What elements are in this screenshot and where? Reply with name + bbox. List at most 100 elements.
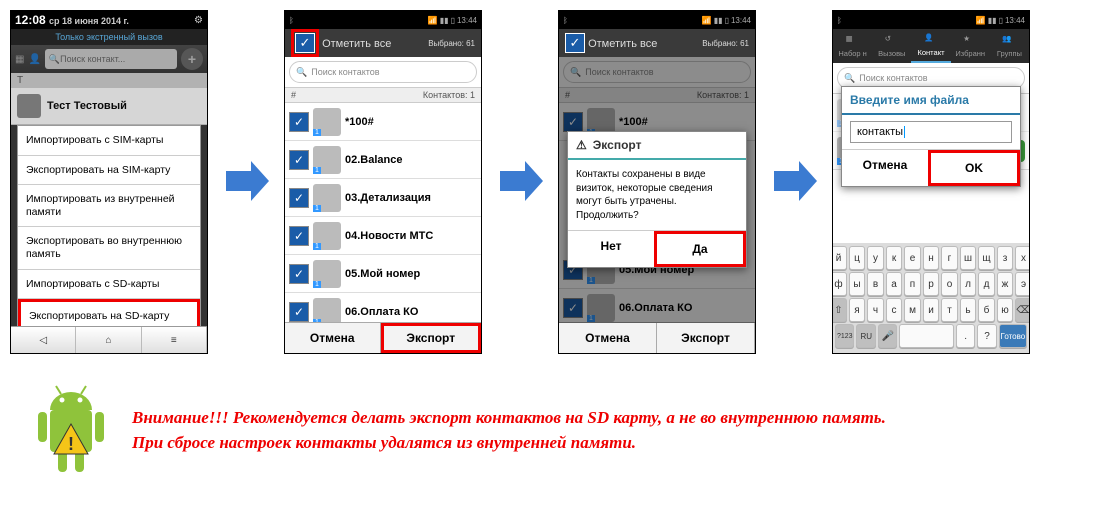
cancel-button[interactable]: Отмена [559, 323, 657, 353]
key-mic-icon[interactable]: 🎤 [878, 324, 897, 348]
key-а[interactable]: а [886, 272, 903, 296]
key-т[interactable]: т [941, 298, 958, 322]
export-button[interactable]: Экспорт [657, 323, 755, 353]
contact-name: *100# [345, 116, 374, 128]
tab-contacts[interactable]: 👤Контакт [911, 29, 950, 63]
key-ы[interactable]: ы [849, 272, 866, 296]
select-all-header: ✓ Отметить все Выбрано: 61 [559, 29, 755, 57]
avatar [313, 222, 341, 250]
row-checkbox[interactable]: ✓ [289, 302, 309, 322]
key-б[interactable]: б [978, 298, 995, 322]
key-ш[interactable]: ш [960, 246, 977, 270]
key-ц[interactable]: ц [849, 246, 866, 270]
menu-export-sim[interactable]: Экспортировать на SIM-карту [18, 156, 200, 186]
tab-calls[interactable]: ↺Вызовы [872, 29, 911, 63]
nav-bar: ◁ ⌂ ≡ [11, 326, 207, 353]
key-ч[interactable]: ч [867, 298, 884, 322]
row-checkbox[interactable]: ✓ [289, 264, 309, 284]
tab-dialer[interactable]: ▦Набор н [833, 29, 872, 63]
contacts-icon[interactable]: 👤 [28, 54, 40, 65]
row-checkbox[interactable]: ✓ [289, 112, 309, 132]
key-ь[interactable]: ь [960, 298, 977, 322]
cancel-button[interactable]: Отмена [285, 323, 381, 353]
key-ж[interactable]: ж [997, 272, 1014, 296]
export-button[interactable]: Экспорт [381, 323, 482, 353]
key-м[interactable]: м [904, 298, 921, 322]
key-й[interactable]: й [832, 246, 847, 270]
key-у[interactable]: у [867, 246, 884, 270]
contact-row[interactable]: ✓ 02.Balance [285, 141, 481, 179]
select-all-checkbox[interactable]: ✓ [565, 33, 585, 53]
contact-row[interactable]: ✓ 05.Мой номер [285, 255, 481, 293]
bt-icon: ᛒ [289, 16, 294, 25]
section-bar: #Контактов: 1 [285, 88, 481, 103]
key-х[interactable]: х [1015, 246, 1030, 270]
nav-home-icon[interactable]: ⌂ [76, 327, 141, 353]
key-о[interactable]: о [941, 272, 958, 296]
key-symbols[interactable]: ?123 [835, 324, 854, 348]
key-с[interactable]: с [886, 298, 903, 322]
contact-name: 05.Мой номер [345, 268, 420, 280]
search-input[interactable]: 🔍 Поиск контакт... [45, 49, 177, 69]
key-question[interactable]: ? [977, 324, 996, 348]
search-input[interactable]: 🔍Поиск контактов [289, 61, 477, 83]
warning-text: Внимание!!! Рекомендуется делать экспорт… [132, 406, 886, 455]
dialog-ok-button[interactable]: OK [928, 150, 1020, 186]
key-д[interactable]: д [978, 272, 995, 296]
phone-screen-4: ᛒ 📶▮▮▯13:44 ▦Набор н ↺Вызовы 👤Контакт ★И… [832, 10, 1030, 354]
row-checkbox[interactable]: ✓ [289, 150, 309, 170]
key-ю[interactable]: ю [997, 298, 1014, 322]
contact-row[interactable]: ✓04.Новости МТС [285, 217, 481, 255]
menu-import-sim[interactable]: Импортировать с SIM-карты [18, 126, 200, 156]
key-н[interactable]: н [923, 246, 940, 270]
dialog-no-button[interactable]: Нет [568, 231, 654, 267]
key-я[interactable]: я [849, 298, 866, 322]
contact-row[interactable]: Тест Тестовый [11, 88, 207, 125]
contact-row[interactable]: ✓ *100# [285, 103, 481, 141]
contact-name: 02.Balance [345, 154, 402, 166]
status-bar: ᛒ 📶▮▮▯13:44 [833, 11, 1029, 29]
key-р[interactable]: р [923, 272, 940, 296]
nav-back-icon[interactable]: ◁ [11, 327, 76, 353]
key-к[interactable]: к [886, 246, 903, 270]
select-all-checkbox[interactable]: ✓ [295, 33, 315, 53]
key-done[interactable]: Готово [999, 324, 1027, 348]
avatar [313, 146, 341, 174]
key-з[interactable]: з [997, 246, 1014, 270]
dialog-yes-button[interactable]: Да [654, 231, 746, 267]
phone-screen-2: ᛒ 📶▮▮▯13:44 ✓ Отметить все Выбрано: 61 🔍… [284, 10, 482, 354]
wifi-icon: 📶 [428, 16, 438, 25]
search-icon: 🔍 [49, 54, 60, 65]
selected-count: Выбрано: 61 [428, 39, 475, 48]
key-г[interactable]: г [941, 246, 958, 270]
row-checkbox[interactable]: ✓ [289, 188, 309, 208]
contact-row[interactable]: ✓03.Детализация [285, 179, 481, 217]
key-п[interactable]: п [904, 272, 921, 296]
dial-icon[interactable]: ▦ [15, 54, 24, 65]
menu-import-sd[interactable]: Импортировать с SD-карты [18, 270, 200, 300]
arrow-icon [216, 10, 276, 352]
row-checkbox[interactable]: ✓ [289, 226, 309, 246]
menu-import-internal[interactable]: Импортировать из внутренней памяти [18, 185, 200, 227]
key-dot[interactable]: . [956, 324, 975, 348]
key-л[interactable]: л [960, 272, 977, 296]
tab-groups[interactable]: 👥Группы [990, 29, 1029, 63]
key-е[interactable]: е [904, 246, 921, 270]
key-э[interactable]: э [1015, 272, 1030, 296]
key-в[interactable]: в [867, 272, 884, 296]
tab-favorites[interactable]: ★Избранн [951, 29, 990, 63]
filename-input[interactable]: контакты [850, 121, 1012, 143]
key-shift[interactable]: ⇧ [832, 298, 847, 322]
key-backspace[interactable]: ⌫ [1015, 298, 1030, 322]
dialog-cancel-button[interactable]: Отмена [842, 150, 928, 186]
key-space[interactable] [899, 324, 953, 348]
key-и[interactable]: и [923, 298, 940, 322]
add-contact-button[interactable]: + [181, 48, 203, 70]
nav-menu-icon[interactable]: ≡ [142, 327, 207, 353]
menu-export-internal[interactable]: Экспортировать во внутреннюю память [18, 227, 200, 269]
key-ф[interactable]: ф [832, 272, 847, 296]
contacts-toolbar: ▦ 👤 🔍 Поиск контакт... + [11, 45, 207, 73]
settings-icon[interactable]: ⚙ [194, 15, 203, 26]
key-щ[interactable]: щ [978, 246, 995, 270]
key-lang[interactable]: RU [856, 324, 875, 348]
